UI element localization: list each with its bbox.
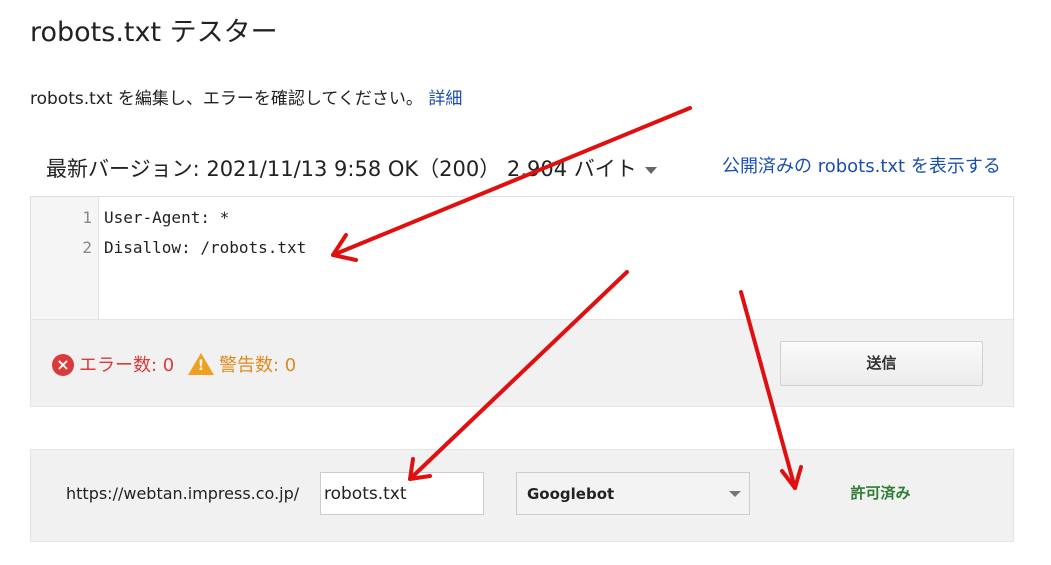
page-title: robots.txt テスター	[30, 17, 278, 48]
user-agent-value: Googlebot	[527, 485, 615, 503]
base-url-label: https://webtan.impress.co.jp/	[66, 484, 300, 503]
code-line[interactable]: Disallow: /robots.txt	[104, 238, 306, 257]
line-number: 1	[82, 208, 92, 227]
user-agent-select[interactable]: Googlebot	[516, 472, 750, 515]
status-bar: × エラー数: 0 ! 警告数: 0 送信	[30, 319, 1014, 407]
submit-button[interactable]: 送信	[780, 341, 983, 386]
details-link[interactable]: 詳細	[428, 89, 462, 109]
chevron-down-icon	[729, 491, 741, 497]
version-label: 最新バージョン: 2021/11/13 9:58 OK（200） 2,904 バ…	[46, 157, 637, 181]
error-count: エラー数: 0	[79, 355, 175, 376]
line-number-gutter: 1 2	[31, 197, 99, 319]
view-live-robots-link[interactable]: 公開済みの robots.txt を表示する	[722, 152, 1001, 178]
test-result: 許可済み	[850, 484, 911, 502]
code-line[interactable]: User-Agent: *	[104, 208, 229, 227]
warning-count: 警告数: 0	[219, 355, 297, 376]
page-description: robots.txt を編集し、エラーを確認してください。 詳細	[30, 84, 462, 109]
test-path-input[interactable]: robots.txt	[320, 472, 484, 515]
chevron-down-icon	[644, 166, 657, 174]
version-dropdown[interactable]: 最新バージョン: 2021/11/13 9:58 OK（200） 2,904 バ…	[46, 153, 657, 183]
warning-exclamation: !	[197, 358, 205, 374]
robots-editor[interactable]: 1 2 User-Agent: * Disallow: /robots.txt	[30, 196, 1014, 319]
description-text: robots.txt を編集し、エラーを確認してください。	[30, 89, 423, 109]
error-icon: ×	[52, 354, 74, 376]
url-test-bar: https://webtan.impress.co.jp/ robots.txt…	[30, 449, 1014, 542]
line-number: 2	[82, 238, 92, 257]
